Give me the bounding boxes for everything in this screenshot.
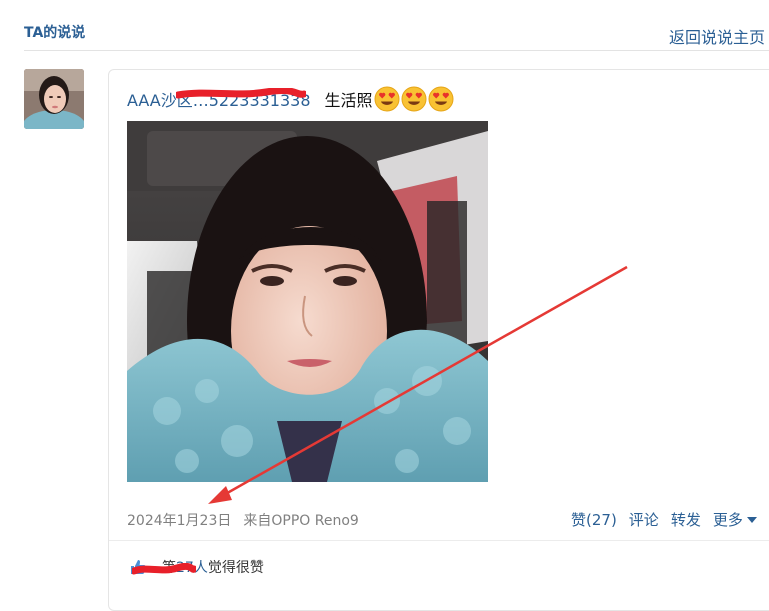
share-button[interactable]: 转发 [671,511,701,529]
likes-divider [109,540,769,541]
page-title: TA的说说 [24,25,86,41]
header-divider [24,50,769,51]
back-to-feed-link[interactable]: 返回说说主页 [669,24,765,48]
likes-suffix: 觉得很赞 [207,560,264,576]
post-actions: 赞(27) 评论 转发 更多 [571,509,757,530]
post-header: AAA沙区…5223331338 生活照 [127,86,454,112]
author-name[interactable]: AAA沙区…5223331338 [127,91,311,110]
chevron-down-icon [746,517,757,523]
likers-list[interactable]: … [148,560,162,576]
avatar[interactable] [24,69,84,129]
more-label: 更多 [712,511,743,529]
likes-connector: 等 [162,560,176,576]
post-photo[interactable] [127,121,488,482]
like-count-link[interactable]: 27人 [176,560,208,576]
post-text: 生活照 [324,91,373,110]
like-button[interactable]: 赞(27) [571,511,617,529]
heart-eyes-emoji-icon [401,86,427,112]
thumbs-up-icon [130,559,146,575]
post-meta: 2024年1月23日 来自OPPO Reno9 [127,510,359,530]
heart-eyes-emoji-icon [428,86,454,112]
more-button[interactable]: 更多 [713,511,757,529]
heart-eyes-emoji-icon [374,86,400,112]
post-source: 来自OPPO Reno9 [243,513,359,529]
likes-summary: …等27人觉得很赞 [130,557,264,577]
post-date[interactable]: 2024年1月23日 [127,513,231,529]
comment-button[interactable]: 评论 [629,511,659,529]
